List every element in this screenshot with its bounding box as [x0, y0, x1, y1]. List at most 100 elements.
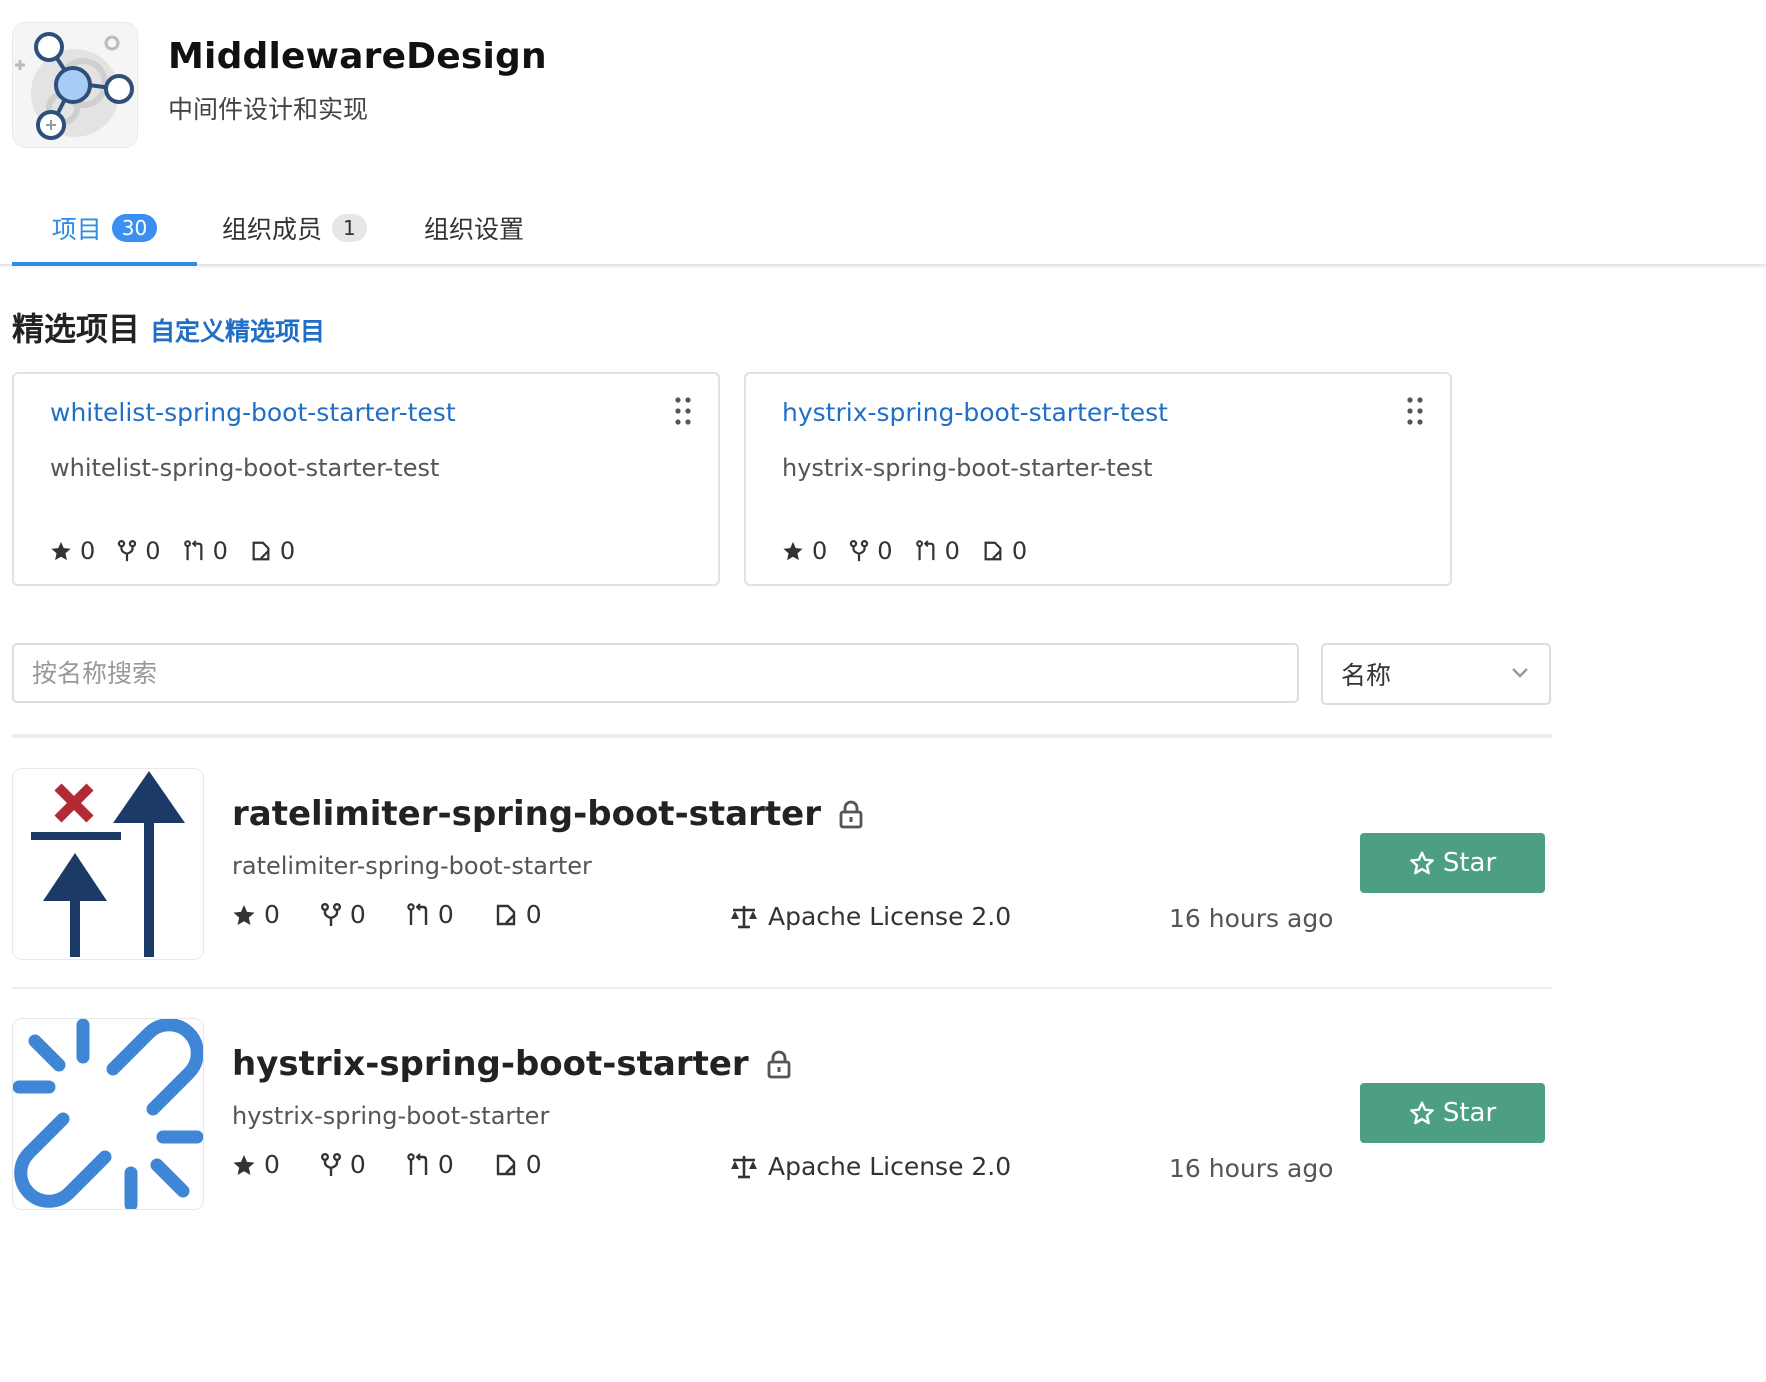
- lock-icon: [839, 800, 863, 829]
- pull-request-count: 0: [183, 537, 228, 565]
- scale-balance-icon: [731, 905, 757, 928]
- issue-count: 0: [494, 900, 542, 929]
- pull-request-count: 0: [406, 1150, 454, 1179]
- issue-count: 0: [982, 537, 1027, 565]
- fork-count-value: 0: [877, 537, 893, 565]
- org-tabbar: 项目 30 组织成员 1 组织设置: [0, 190, 1766, 266]
- featured-title: 精选项目: [12, 310, 141, 348]
- fork-count: 0: [320, 1150, 366, 1179]
- project-title[interactable]: ratelimiter-spring-boot-starter: [232, 794, 863, 834]
- star-count-value: 0: [264, 900, 280, 929]
- project-stats: 0 0 0 0: [232, 1150, 582, 1179]
- project-title-text: ratelimiter-spring-boot-starter: [232, 794, 821, 834]
- featured-card-description: hystrix-spring-boot-starter-test: [782, 454, 1153, 482]
- issue-count: 0: [250, 537, 295, 565]
- lock-icon: [767, 1050, 791, 1079]
- star-button-label: Star: [1442, 1098, 1497, 1128]
- star-icon: [51, 541, 71, 561]
- pull-request-count-value: 0: [437, 900, 454, 929]
- tab-members-label: 组织成员: [222, 215, 323, 244]
- row-divider: [12, 987, 1552, 989]
- tab-projects-label: 项目: [51, 215, 102, 244]
- rate-limit-arrows-icon: [31, 771, 185, 957]
- project-updated-time: 16 hours ago: [1169, 904, 1334, 933]
- star-count: 0: [232, 1150, 280, 1179]
- featured-card-stats: 0 0 0 0: [50, 537, 317, 565]
- featured-card-stats: 0 0 0 0: [782, 537, 1049, 565]
- issue-icon: [496, 1154, 515, 1175]
- project-avatar[interactable]: [12, 1018, 204, 1210]
- sort-select-value: 名称: [1341, 661, 1392, 690]
- featured-card: whitelist-spring-boot-starter-test white…: [12, 372, 720, 586]
- project-license[interactable]: Apache License 2.0: [730, 1152, 1011, 1181]
- pull-request-icon: [407, 902, 428, 925]
- star-count: 0: [50, 537, 95, 565]
- fork-count-value: 0: [349, 900, 366, 929]
- star-button-label: Star: [1442, 848, 1497, 878]
- issue-icon: [984, 541, 1002, 561]
- fork-icon: [320, 902, 341, 926]
- star-count-value: 0: [264, 1150, 280, 1179]
- tab-settings[interactable]: 组织设置: [424, 210, 524, 264]
- star-count: 0: [782, 537, 827, 565]
- star-icon: [233, 904, 255, 925]
- featured-card: hystrix-spring-boot-starter-test hystrix…: [744, 372, 1452, 586]
- issue-icon: [252, 541, 270, 561]
- star-count-value: 0: [812, 537, 828, 565]
- pull-request-count-value: 0: [437, 1150, 454, 1179]
- star-icon: [233, 1154, 255, 1175]
- fork-count: 0: [117, 537, 161, 565]
- star-outline-icon: [1409, 1101, 1434, 1125]
- issue-count-value: 0: [525, 1150, 542, 1179]
- featured-card-title[interactable]: whitelist-spring-boot-starter-test: [50, 398, 456, 427]
- drag-handle-icon[interactable]: [674, 396, 692, 426]
- project-stats: 0 0 0 0: [232, 900, 582, 929]
- star-icon: [783, 541, 803, 561]
- molecule-logo-icon: [15, 32, 134, 140]
- pull-request-count-value: 0: [212, 537, 228, 565]
- pull-request-icon: [407, 1152, 428, 1175]
- fork-count-value: 0: [349, 1150, 366, 1179]
- project-avatar[interactable]: [12, 768, 204, 960]
- fork-icon: [850, 540, 869, 562]
- star-count: 0: [232, 900, 280, 929]
- tab-settings-label: 组织设置: [424, 215, 525, 244]
- sort-select[interactable]: 名称: [1321, 643, 1551, 705]
- project-license-text: Apache License 2.0: [768, 902, 1012, 931]
- issue-icon: [496, 904, 515, 925]
- pull-request-icon: [915, 540, 934, 561]
- star-button[interactable]: Star: [1360, 1083, 1545, 1143]
- fork-count: 0: [320, 900, 366, 929]
- tab-members[interactable]: 组织成员 1: [222, 210, 367, 264]
- project-description: ratelimiter-spring-boot-starter: [232, 852, 592, 880]
- org-name: MiddlewareDesign: [168, 36, 547, 77]
- pull-request-count-value: 0: [944, 537, 960, 565]
- star-outline-icon: [1409, 851, 1434, 875]
- org-avatar: [12, 22, 138, 148]
- pull-request-count: 0: [915, 537, 960, 565]
- fork-icon: [320, 1152, 341, 1176]
- project-title-text: hystrix-spring-boot-starter: [232, 1044, 749, 1084]
- project-updated-time: 16 hours ago: [1169, 1154, 1334, 1183]
- fork-count-value: 0: [145, 537, 161, 565]
- issue-count-value: 0: [525, 900, 542, 929]
- tab-projects[interactable]: 项目 30: [12, 210, 197, 266]
- project-description: hystrix-spring-boot-starter: [232, 1102, 550, 1130]
- project-license-text: Apache License 2.0: [768, 1152, 1012, 1181]
- chevron-down-icon: [1512, 668, 1528, 678]
- project-license[interactable]: Apache License 2.0: [730, 902, 1011, 931]
- issue-count-value: 0: [1011, 537, 1028, 565]
- org-description: 中间件设计和实现: [168, 95, 369, 124]
- featured-card-title[interactable]: hystrix-spring-boot-starter-test: [782, 398, 1168, 427]
- projects-count-badge: 30: [111, 214, 158, 242]
- drag-handle-icon[interactable]: [1406, 396, 1424, 426]
- star-button[interactable]: Star: [1360, 833, 1545, 893]
- scale-balance-icon: [731, 1155, 757, 1178]
- customize-featured-link[interactable]: 自定义精选项目: [150, 312, 325, 348]
- list-divider: [12, 734, 1552, 738]
- issue-count: 0: [494, 1150, 542, 1179]
- project-title[interactable]: hystrix-spring-boot-starter: [232, 1044, 791, 1084]
- search-input[interactable]: [12, 643, 1299, 703]
- fork-count: 0: [849, 537, 893, 565]
- pull-request-count: 0: [406, 900, 454, 929]
